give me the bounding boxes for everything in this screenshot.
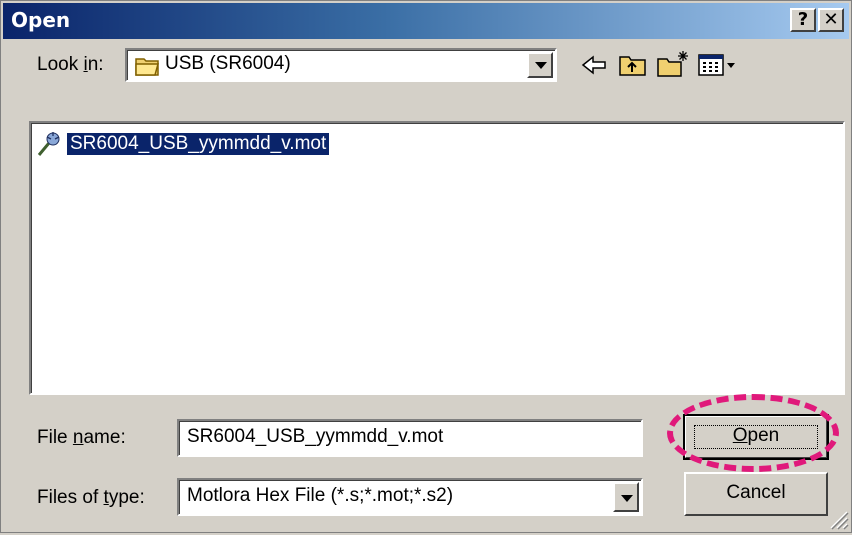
file-name-field[interactable]: SR6004_USB_yymmdd_v.mot xyxy=(177,419,643,457)
highlight-ring xyxy=(667,394,839,472)
folder-icon xyxy=(135,55,161,82)
help-button[interactable]: ? xyxy=(790,8,816,32)
title-bar[interactable]: Open ? ✕ xyxy=(3,3,849,39)
file-type-value: Motlora Hex File (*.s;*.mot;*.s2) xyxy=(187,485,454,506)
look-in-combobox[interactable]: USB (SR6004) xyxy=(125,48,557,82)
look-in-value: USB (SR6004) xyxy=(165,53,291,74)
file-type-combobox[interactable]: Motlora Hex File (*.s;*.mot;*.s2) xyxy=(177,478,643,516)
window-title: Open xyxy=(11,8,71,32)
file-name-value: SR6004_USB_yymmdd_v.mot xyxy=(187,426,444,447)
file-list[interactable]: SR6004_USB_yymmdd_v.mot xyxy=(29,121,845,395)
look-in-label: Look in: xyxy=(37,54,104,75)
resize-grip-icon[interactable] xyxy=(827,508,849,530)
up-one-level-button[interactable] xyxy=(617,49,649,81)
file-type-dropdown-button[interactable] xyxy=(613,482,639,512)
file-icon xyxy=(37,131,67,162)
view-menu-icon xyxy=(697,54,737,85)
back-arrow-icon xyxy=(579,55,611,85)
file-type-label: Files of type: xyxy=(37,487,145,508)
close-button[interactable]: ✕ xyxy=(818,8,844,32)
file-name-label: File name: xyxy=(37,427,126,448)
view-menu-button[interactable] xyxy=(697,49,737,81)
new-folder-icon xyxy=(655,51,691,85)
back-button[interactable] xyxy=(579,49,611,81)
open-file-dialog: Open ? ✕ Look in: USB (SR6004) SR6004_US… xyxy=(0,0,852,533)
new-folder-button[interactable] xyxy=(655,49,688,81)
up-folder-icon xyxy=(617,56,649,85)
look-in-dropdown-button[interactable] xyxy=(527,52,553,78)
file-name-text: SR6004_USB_yymmdd_v.mot xyxy=(67,133,330,155)
cancel-button[interactable]: Cancel xyxy=(684,472,828,516)
